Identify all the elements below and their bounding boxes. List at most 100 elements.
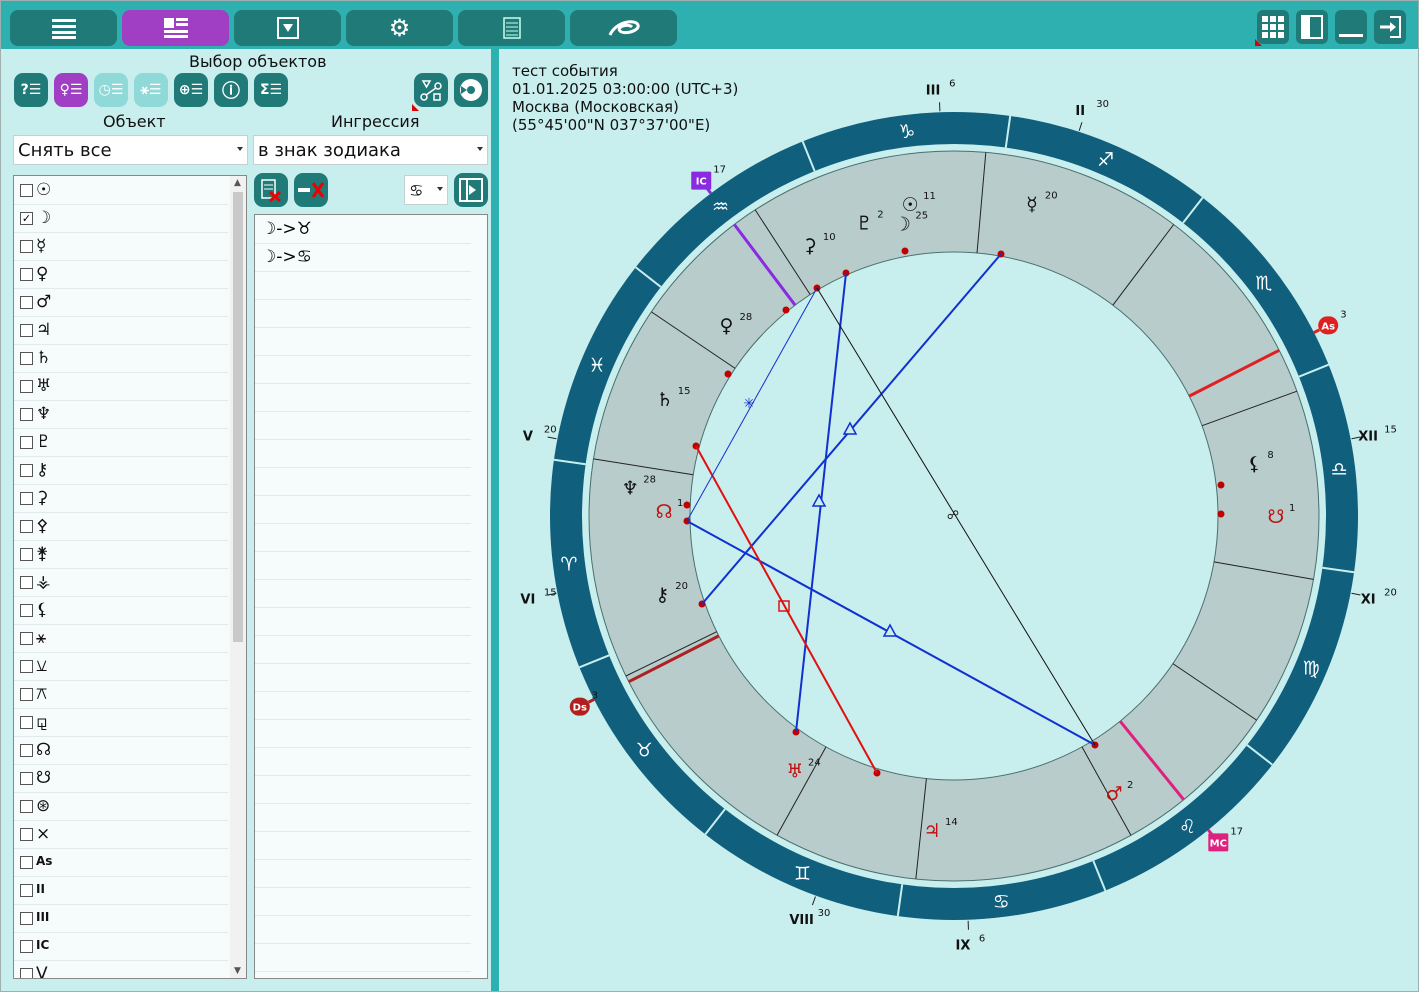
object-checkbox[interactable]	[20, 548, 33, 561]
info-button[interactable]: ⓘ	[214, 73, 248, 107]
list-item[interactable]: IC	[14, 932, 228, 961]
object-checkbox[interactable]	[20, 352, 33, 365]
list-item[interactable]: ⚷	[14, 456, 228, 485]
scroll-down-icon[interactable]: ▼	[234, 966, 241, 976]
list-item[interactable]: ♃	[14, 316, 228, 345]
list-item[interactable]: ♆	[14, 400, 228, 429]
object-checkbox[interactable]	[20, 940, 33, 953]
house-degree: 6	[979, 934, 985, 945]
object-checkbox[interactable]	[20, 240, 33, 253]
object-checkbox[interactable]: ✓	[20, 212, 33, 225]
layout-button[interactable]	[122, 10, 229, 46]
ingression-list[interactable]: ☽->♉ ☽->♋	[254, 214, 488, 979]
dropdown-button[interactable]	[234, 10, 341, 46]
logo-button[interactable]	[570, 10, 677, 46]
settings-button[interactable]: ⚙	[346, 10, 453, 46]
list-item[interactable]: II	[14, 876, 228, 905]
clear-list-button[interactable]	[254, 173, 288, 207]
scroll-up-icon[interactable]: ▲	[234, 178, 241, 188]
ingression-item[interactable]: ☽->♉	[255, 215, 471, 244]
object-checkbox[interactable]	[20, 408, 33, 421]
list-item[interactable]: III	[14, 904, 228, 933]
object-checkbox[interactable]	[20, 184, 33, 197]
list-item[interactable]: ☉	[14, 176, 228, 205]
object-checkbox[interactable]	[20, 436, 33, 449]
panel-button[interactable]	[1296, 10, 1328, 44]
object-checkbox[interactable]	[20, 744, 33, 757]
object-checkbox[interactable]	[20, 324, 33, 337]
globe-list-button[interactable]: ⊕☰	[174, 73, 208, 107]
export-list-button[interactable]	[454, 173, 488, 207]
aspect-graph-button[interactable]	[412, 73, 448, 111]
list-item[interactable]: ⚺	[14, 652, 228, 681]
chevron-down-icon	[477, 147, 483, 151]
scrollbar[interactable]: ▲ ▼	[230, 176, 246, 978]
list-item[interactable]: ⊛	[14, 792, 228, 821]
object-checkbox[interactable]	[20, 660, 33, 673]
object-checkbox[interactable]	[20, 268, 33, 281]
time-list-button[interactable]: ◷☰	[94, 73, 128, 107]
object-checkbox[interactable]	[20, 828, 33, 841]
object-checkbox[interactable]	[20, 464, 33, 477]
list-item[interactable]: ♇	[14, 428, 228, 457]
ingression-item[interactable]: ☽->♋	[255, 243, 471, 272]
aspect-list-button[interactable]: ⚹☰	[134, 73, 168, 107]
minimize-button[interactable]	[1335, 10, 1367, 44]
object-checkbox[interactable]	[20, 296, 33, 309]
scroll-thumb[interactable]	[233, 192, 243, 642]
list-item[interactable]: ⚶	[14, 568, 228, 597]
exit-button[interactable]	[1374, 10, 1406, 44]
list-item[interactable]: ♄	[14, 344, 228, 373]
sign-glyph: ♒	[712, 196, 729, 218]
object-checkbox[interactable]	[20, 716, 33, 729]
list-item[interactable]: ♅	[14, 372, 228, 401]
object-checkbox[interactable]	[20, 800, 33, 813]
list-item[interactable]: ⚹	[14, 624, 228, 653]
object-checkbox[interactable]	[20, 380, 33, 393]
object-checkbox[interactable]	[20, 856, 33, 869]
list-item[interactable]: V	[14, 960, 228, 979]
object-checkbox[interactable]	[20, 492, 33, 505]
list-item[interactable]: ☋	[14, 764, 228, 793]
table-button[interactable]	[458, 10, 565, 46]
object-checkbox[interactable]	[20, 576, 33, 589]
help-list-button[interactable]: ?☰	[14, 73, 48, 107]
list-item[interactable]: ⚳	[14, 484, 228, 513]
object-checkbox[interactable]	[20, 912, 33, 925]
object-checkbox[interactable]	[20, 604, 33, 617]
object-symbol: V	[36, 964, 48, 979]
menu-button[interactable]	[10, 10, 117, 46]
grid-button[interactable]	[1255, 10, 1289, 46]
list-item[interactable]: ⚴	[14, 512, 228, 541]
list-item[interactable]: ☿	[14, 232, 228, 261]
object-checkbox[interactable]	[20, 520, 33, 533]
natal-wheel[interactable]: ♑♐♏♎♍♌♋♊♉♈♓♒III 6II 30XII 15XI 20IX 6VIII 30VI…	[499, 49, 1418, 991]
ingression-select[interactable]: в знак зодиака	[253, 135, 488, 165]
sum-button[interactable]: Σ☰	[254, 73, 288, 107]
object-checkbox[interactable]	[20, 688, 33, 701]
object-select[interactable]: Снять все	[13, 135, 248, 165]
object-list[interactable]: ▲ ▼ ☉ ✓ ☽ ☿ ♀ ♂ ♃ ♄ ♅ ♆ ♇ ⚷ ⚳ ⚴ ⚵ ⚶ ⚸ ⚹ ⚺ ⚻ ⚼ ☊ ☋ ⊛ ⨯ As II III IC V	[13, 175, 247, 979]
panel-splitter[interactable]	[491, 49, 499, 991]
list-item[interactable]: ⨯	[14, 820, 228, 849]
object-list-button[interactable]: ♀☰	[54, 73, 88, 107]
list-item[interactable]: ☊	[14, 736, 228, 765]
list-item[interactable]: ✓ ☽	[14, 204, 228, 233]
object-checkbox[interactable]	[20, 772, 33, 785]
list-item[interactable]: ♂	[14, 288, 228, 317]
chart-mode-button[interactable]	[454, 73, 488, 107]
planet-glyph: ♆	[622, 478, 639, 500]
object-checkbox[interactable]	[20, 968, 33, 978]
list-item[interactable]: ⚼	[14, 708, 228, 737]
remove-item-button[interactable]	[294, 173, 328, 207]
sign-select[interactable]: ♋	[404, 175, 448, 205]
list-item[interactable]: ⚻	[14, 680, 228, 709]
list-item[interactable]: ♀	[14, 260, 228, 289]
object-checkbox[interactable]	[20, 632, 33, 645]
list-item[interactable]: ⚵	[14, 540, 228, 569]
planet-degree: 8	[1267, 450, 1273, 461]
object-checkbox[interactable]	[20, 884, 33, 897]
list-item[interactable]: ⚸	[14, 596, 228, 625]
ingression-empty-row	[255, 579, 471, 608]
list-item[interactable]: As	[14, 848, 228, 877]
